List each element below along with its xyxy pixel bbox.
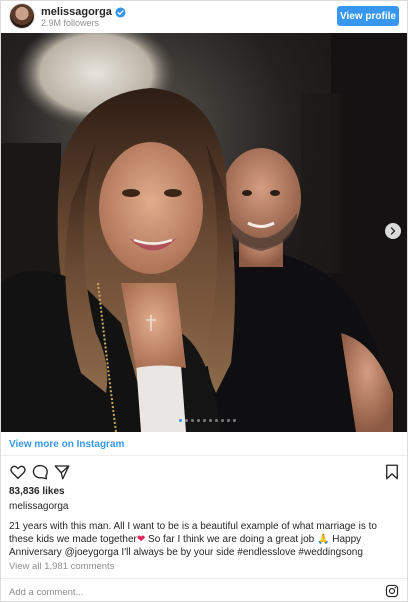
pray-emoji: 🙏 <box>317 534 330 545</box>
share-icon[interactable] <box>53 463 71 481</box>
verified-badge-icon <box>115 6 126 18</box>
photo-image <box>1 33 407 432</box>
username-row: melissagorga <box>41 5 126 19</box>
carousel-dot <box>197 419 200 422</box>
comment-icon[interactable] <box>31 463 49 481</box>
carousel-dot <box>179 419 182 422</box>
carousel-indicator <box>179 419 236 422</box>
post-header: melissagorga 2.9M followers View profile <box>1 1 407 33</box>
carousel-dot <box>185 419 188 422</box>
view-comments-link[interactable]: View all 1,981 comments <box>9 561 114 572</box>
carousel-dot <box>191 419 194 422</box>
hashtags[interactable]: #endlesslove #weddingsong <box>237 547 363 558</box>
carousel-dot <box>221 419 224 422</box>
carousel-dot <box>209 419 212 422</box>
poster-username[interactable]: melissagorga <box>9 501 68 512</box>
username[interactable]: melissagorga <box>41 6 112 18</box>
divider <box>1 578 407 579</box>
carousel-dot <box>233 419 236 422</box>
avatar[interactable] <box>9 3 35 29</box>
carousel-dot <box>227 419 230 422</box>
follower-count: 2.9M followers <box>41 18 100 28</box>
caption-text-2: So far I think we are doing a great job <box>145 534 318 545</box>
post-photo[interactable] <box>1 33 407 432</box>
heart-icon[interactable] <box>9 463 27 481</box>
caption: 21 years with this man. All I want to be… <box>9 520 401 559</box>
heart-emoji: ❤ <box>136 534 146 545</box>
like-count[interactable]: 83,836 likes <box>9 486 65 497</box>
instagram-icon[interactable] <box>385 584 399 598</box>
add-comment-input[interactable]: Add a comment... <box>9 587 83 598</box>
action-bar <box>9 463 401 481</box>
view-more-link[interactable]: View more on Instagram <box>9 439 124 450</box>
carousel-next-button[interactable] <box>385 223 401 239</box>
instagram-embed-card: melissagorga 2.9M followers View profile <box>0 0 408 602</box>
view-profile-button[interactable]: View profile <box>337 6 399 26</box>
bookmark-icon[interactable] <box>383 463 401 481</box>
divider <box>1 455 407 456</box>
chevron-right-icon <box>390 227 396 235</box>
carousel-dot <box>203 419 206 422</box>
carousel-dot <box>215 419 218 422</box>
